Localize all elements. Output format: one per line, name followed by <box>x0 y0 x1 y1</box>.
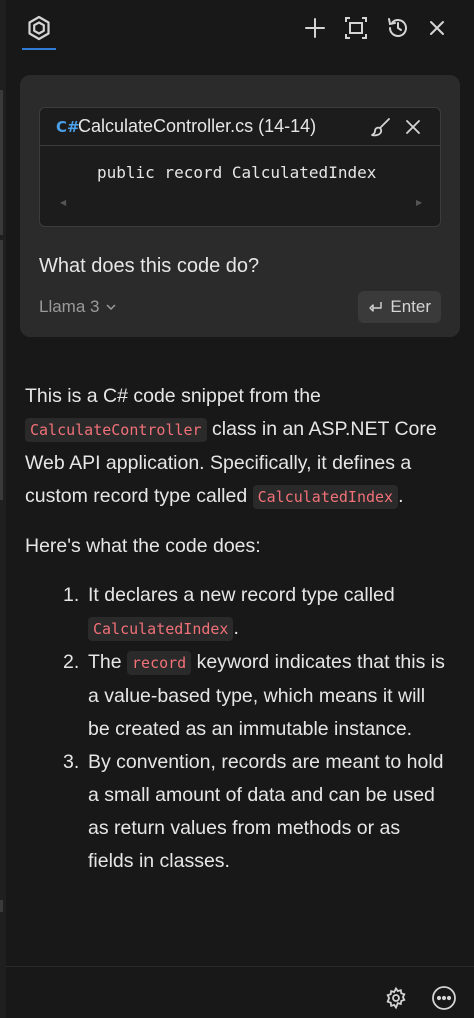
question-text[interactable]: What does this code do? <box>39 255 259 278</box>
chevron-down-icon <box>106 304 117 311</box>
list-item: 1. It declares a new record type called … <box>63 579 445 646</box>
footer-divider <box>6 966 474 967</box>
steps-list: 1. It declares a new record type called … <box>25 579 445 878</box>
snippet-file-name[interactable]: CalculateController.cs (14-14) <box>78 116 362 137</box>
response-body: This is a C# code snippet from the Calcu… <box>25 380 445 878</box>
text-span: . <box>233 617 239 639</box>
prompt-card: C# CalculateController.cs (14-14) public… <box>20 75 460 337</box>
text-span: This is a C# code snippet from the <box>25 385 321 407</box>
history-icon <box>388 18 407 37</box>
maximize-icon <box>345 17 367 39</box>
logo-tab[interactable] <box>22 10 56 50</box>
maximize-button[interactable] <box>340 12 372 44</box>
close-icon <box>430 21 444 35</box>
history-button[interactable] <box>382 12 414 44</box>
enter-label: Enter <box>390 297 431 316</box>
model-selector[interactable]: Llama 3 <box>39 297 117 317</box>
inline-code: CalculateController <box>25 418 207 442</box>
text-span: . <box>398 485 404 507</box>
text-span: It declares a new record type called <box>88 584 395 606</box>
new-chat-button[interactable] <box>299 12 331 44</box>
edge-mark <box>0 900 3 912</box>
scroll-right-icon[interactable]: ▶ <box>416 198 422 207</box>
edit-snippet-button[interactable] <box>368 114 394 140</box>
enter-key-icon <box>369 302 383 312</box>
settings-icon <box>386 986 406 1010</box>
edge-mark <box>0 240 3 500</box>
code-snippet: C# CalculateController.cs (14-14) public… <box>39 107 441 227</box>
scroll-left-icon[interactable]: ◀ <box>60 198 66 207</box>
code-line: public record CalculatedIndex <box>97 163 377 182</box>
list-item: 3. By convention, records are meant to h… <box>63 746 445 878</box>
plus-icon <box>305 18 325 38</box>
left-edge-strip <box>0 0 6 1018</box>
response-paragraph: This is a C# code snippet from the Calcu… <box>25 380 445 514</box>
settings-button[interactable] <box>380 982 412 1014</box>
list-number: 3. <box>63 751 80 773</box>
inline-code: CalculatedIndex <box>88 617 234 641</box>
csharp-file-icon: C# <box>56 117 80 136</box>
more-options-button[interactable] <box>428 982 460 1014</box>
more-icon <box>432 986 456 1010</box>
list-number: 1. <box>63 584 80 606</box>
inline-code: record <box>127 651 192 675</box>
close-icon <box>406 119 420 134</box>
text-span: The <box>88 651 128 673</box>
list-number: 2. <box>63 651 80 673</box>
list-item: 2. The record keyword indicates that thi… <box>63 646 445 746</box>
brush-icon <box>371 117 390 136</box>
remove-snippet-button[interactable] <box>400 114 426 140</box>
logo-icon <box>28 15 50 41</box>
model-name: Llama 3 <box>39 297 100 316</box>
snippet-header: C# CalculateController.cs (14-14) <box>40 108 440 146</box>
enter-button[interactable]: Enter <box>358 291 441 323</box>
text-span: By convention, records are meant to hold… <box>88 751 444 872</box>
panel-header <box>6 0 474 56</box>
inline-code: CalculatedIndex <box>252 485 399 509</box>
close-button[interactable] <box>421 12 453 44</box>
response-paragraph: Here's what the code does: <box>25 535 261 557</box>
edge-mark <box>0 90 3 235</box>
